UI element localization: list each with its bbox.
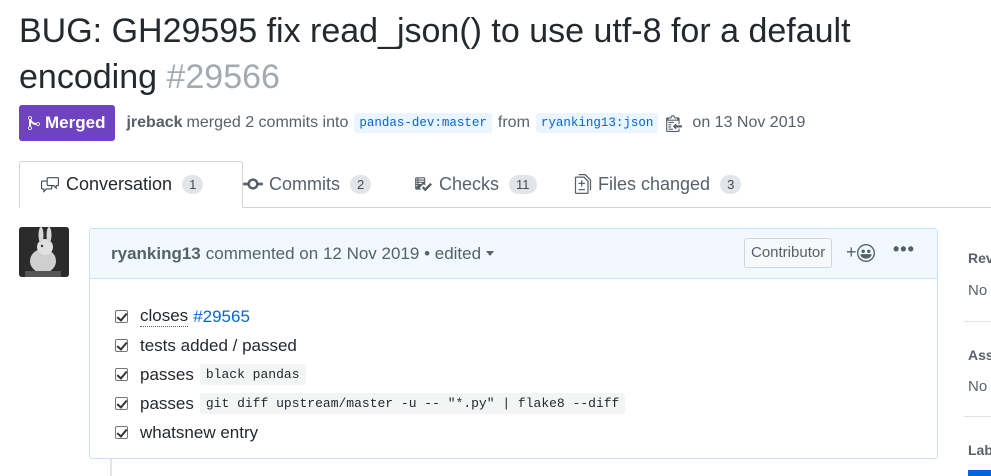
- merged-badge-label: Merged: [45, 113, 106, 132]
- from-text: from: [497, 114, 530, 131]
- task-checkbox[interactable]: [115, 397, 128, 410]
- tab-checks-label: Checks: [439, 173, 500, 194]
- sidebar-reviewers-value: No: [968, 282, 988, 299]
- avatar-image: [19, 227, 69, 277]
- merged-badge: Merged: [19, 105, 116, 141]
- comment-author-link[interactable]: ryanking13: [111, 244, 201, 264]
- pr-meta: Merged jreback merged 2 commits into pan…: [19, 105, 805, 141]
- merge-date: on 13 Nov 2019: [692, 114, 806, 131]
- add-reaction-plus: +: [846, 242, 857, 262]
- task-list: closes #29565 tests added / passed passe…: [115, 302, 626, 447]
- task-list-item: passes black pandas: [115, 360, 625, 389]
- merged-text: merged 2 commits into: [186, 114, 349, 131]
- pr-tabs: Conversation 1 Commits 2 Checks 11 Files…: [19, 161, 991, 208]
- tab-commits-label: Commits: [269, 173, 340, 194]
- tab-conversation-count: 1: [182, 175, 204, 194]
- tab-conversation-label: Conversation: [66, 174, 173, 194]
- git-commit-icon: [243, 178, 263, 190]
- task-checkbox[interactable]: [115, 368, 128, 381]
- task-list-item: whatsnew entry: [115, 418, 625, 447]
- more-options-button[interactable]: •••: [893, 239, 915, 260]
- sidebar-labels-heading[interactable]: Lab: [968, 442, 991, 458]
- tab-files-changed[interactable]: Files changed 3: [574, 161, 742, 207]
- task-text: passes: [140, 393, 194, 413]
- task-checkbox[interactable]: [115, 310, 128, 323]
- task-list-item: closes #29565: [115, 302, 625, 331]
- task-list-item: passes git diff upstream/master -u -- "*…: [115, 389, 626, 418]
- sidebar-reviewers-heading[interactable]: Rev: [968, 250, 991, 266]
- issue-link[interactable]: #29565: [193, 307, 250, 327]
- tab-commits[interactable]: Commits 2: [243, 161, 372, 207]
- pr-title: BUG: GH29595 fix read_json() to use utf-…: [19, 8, 984, 100]
- task-text: passes: [140, 364, 194, 384]
- comment-box: ryanking13 commented on 12 Nov 2019 • ed…: [89, 228, 938, 459]
- task-text: closes: [140, 306, 189, 327]
- sidebar-assignees-value: No: [968, 378, 988, 395]
- sidebar-assignees-heading[interactable]: Ass: [968, 347, 991, 363]
- task-list-item: tests added / passed: [115, 331, 625, 360]
- checklist-icon: [415, 177, 432, 192]
- contributor-badge: Contributor: [744, 238, 833, 268]
- label-chip: [968, 470, 991, 476]
- comment-action[interactable]: commented on 12 Nov 2019 • edited: [206, 244, 481, 264]
- tab-files-changed-count: 3: [720, 174, 742, 194]
- tab-checks[interactable]: Checks 11: [413, 161, 537, 207]
- comment-header: ryanking13 commented on 12 Nov 2019 • ed…: [90, 229, 937, 279]
- git-merge-icon: [28, 115, 40, 130]
- task-code: git diff upstream/master -u -- "*.py" | …: [199, 393, 626, 414]
- sidebar-divider: [964, 321, 991, 322]
- sidebar-divider: [964, 416, 991, 417]
- task-code: black pandas: [199, 364, 306, 385]
- tab-checks-count: 11: [509, 174, 537, 194]
- head-branch[interactable]: ryanking13:json: [535, 113, 659, 133]
- copy-icon[interactable]: [666, 114, 683, 132]
- task-text: tests added / passed: [140, 335, 297, 355]
- tab-files-changed-label: Files changed: [598, 173, 711, 194]
- chevron-down-icon[interactable]: [486, 251, 495, 256]
- file-diff-icon: [574, 174, 592, 194]
- task-checkbox[interactable]: [115, 339, 128, 352]
- avatar[interactable]: [19, 227, 69, 277]
- pr-number: #29566: [166, 58, 280, 96]
- tab-conversation[interactable]: Conversation 1: [19, 161, 243, 208]
- pr-title-text: BUG: GH29595 fix read_json() to use utf-…: [19, 12, 851, 96]
- task-text: whatsnew entry: [140, 422, 259, 442]
- base-branch[interactable]: pandas-dev:master: [354, 113, 492, 133]
- add-reaction-button[interactable]: +: [846, 242, 875, 263]
- merger-author-link[interactable]: jreback: [126, 114, 182, 132]
- timeline-line: [110, 459, 112, 476]
- smiley-icon: [856, 243, 875, 262]
- comment-discussion-icon: [41, 176, 59, 193]
- task-checkbox[interactable]: [115, 426, 128, 439]
- tab-commits-count: 2: [350, 174, 372, 194]
